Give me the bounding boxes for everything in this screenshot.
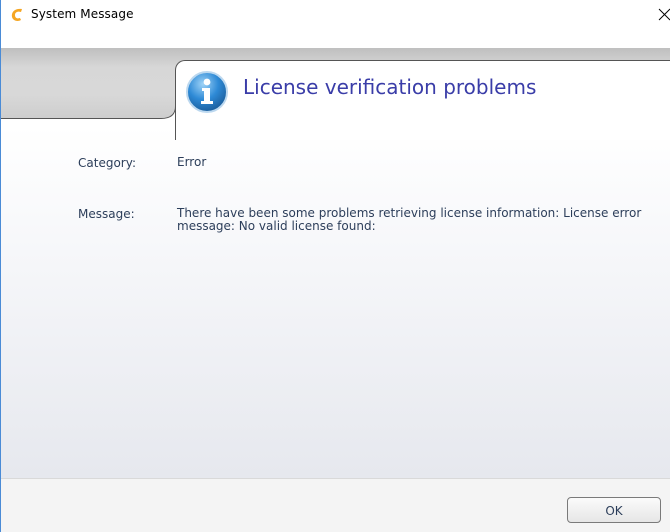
app-logo-icon (11, 8, 22, 21)
header-tab (175, 60, 670, 140)
window-title: System Message (31, 7, 134, 21)
category-label: Category: (78, 156, 136, 170)
tab-left-curve (1, 96, 177, 130)
system-message-window: System Message License verification prob… (0, 0, 670, 532)
close-icon[interactable] (657, 5, 670, 23)
message-label: Message: (78, 207, 135, 221)
category-value: Error (177, 155, 207, 169)
title-bar[interactable]: System Message (1, 0, 670, 30)
content-area (1, 126, 670, 478)
info-icon (186, 71, 228, 113)
message-value: There have been some problems retrieving… (177, 206, 642, 233)
ok-button[interactable]: OK (567, 497, 661, 523)
dialog-heading: License verification problems (243, 75, 537, 99)
